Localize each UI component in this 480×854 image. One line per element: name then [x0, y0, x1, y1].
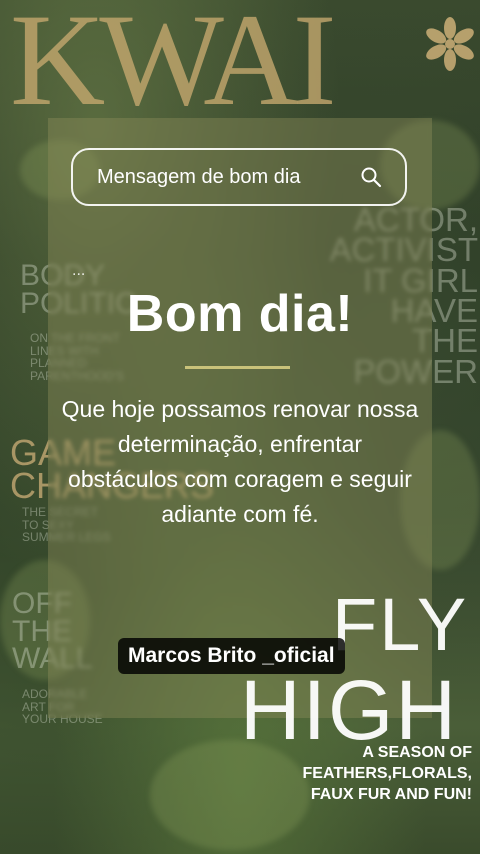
- ellipsis-text: ...: [72, 262, 86, 279]
- username-label[interactable]: Marcos Brito _oficial: [118, 638, 345, 674]
- greeting-title: Bom dia!: [126, 285, 354, 343]
- cover-line-fly: FLY: [332, 583, 469, 666]
- title-divider: [185, 366, 290, 369]
- search-input[interactable]: Mensagem de bom dia: [97, 166, 359, 189]
- cover-line-season: A SEASON OF FEATHERS,FLORALS, FAUX FUR A…: [302, 744, 472, 803]
- search-bar[interactable]: Mensagem de bom dia: [71, 148, 407, 206]
- magazine-masthead: KWAI: [10, 0, 337, 133]
- greeting-message: Que hoje possamos renovar nossa determin…: [61, 396, 419, 527]
- flower-icon: [426, 17, 474, 71]
- story-background: KWAI BODY POLITIC ON THE FRONT LINES WIT…: [0, 0, 480, 854]
- search-icon[interactable]: [359, 165, 383, 189]
